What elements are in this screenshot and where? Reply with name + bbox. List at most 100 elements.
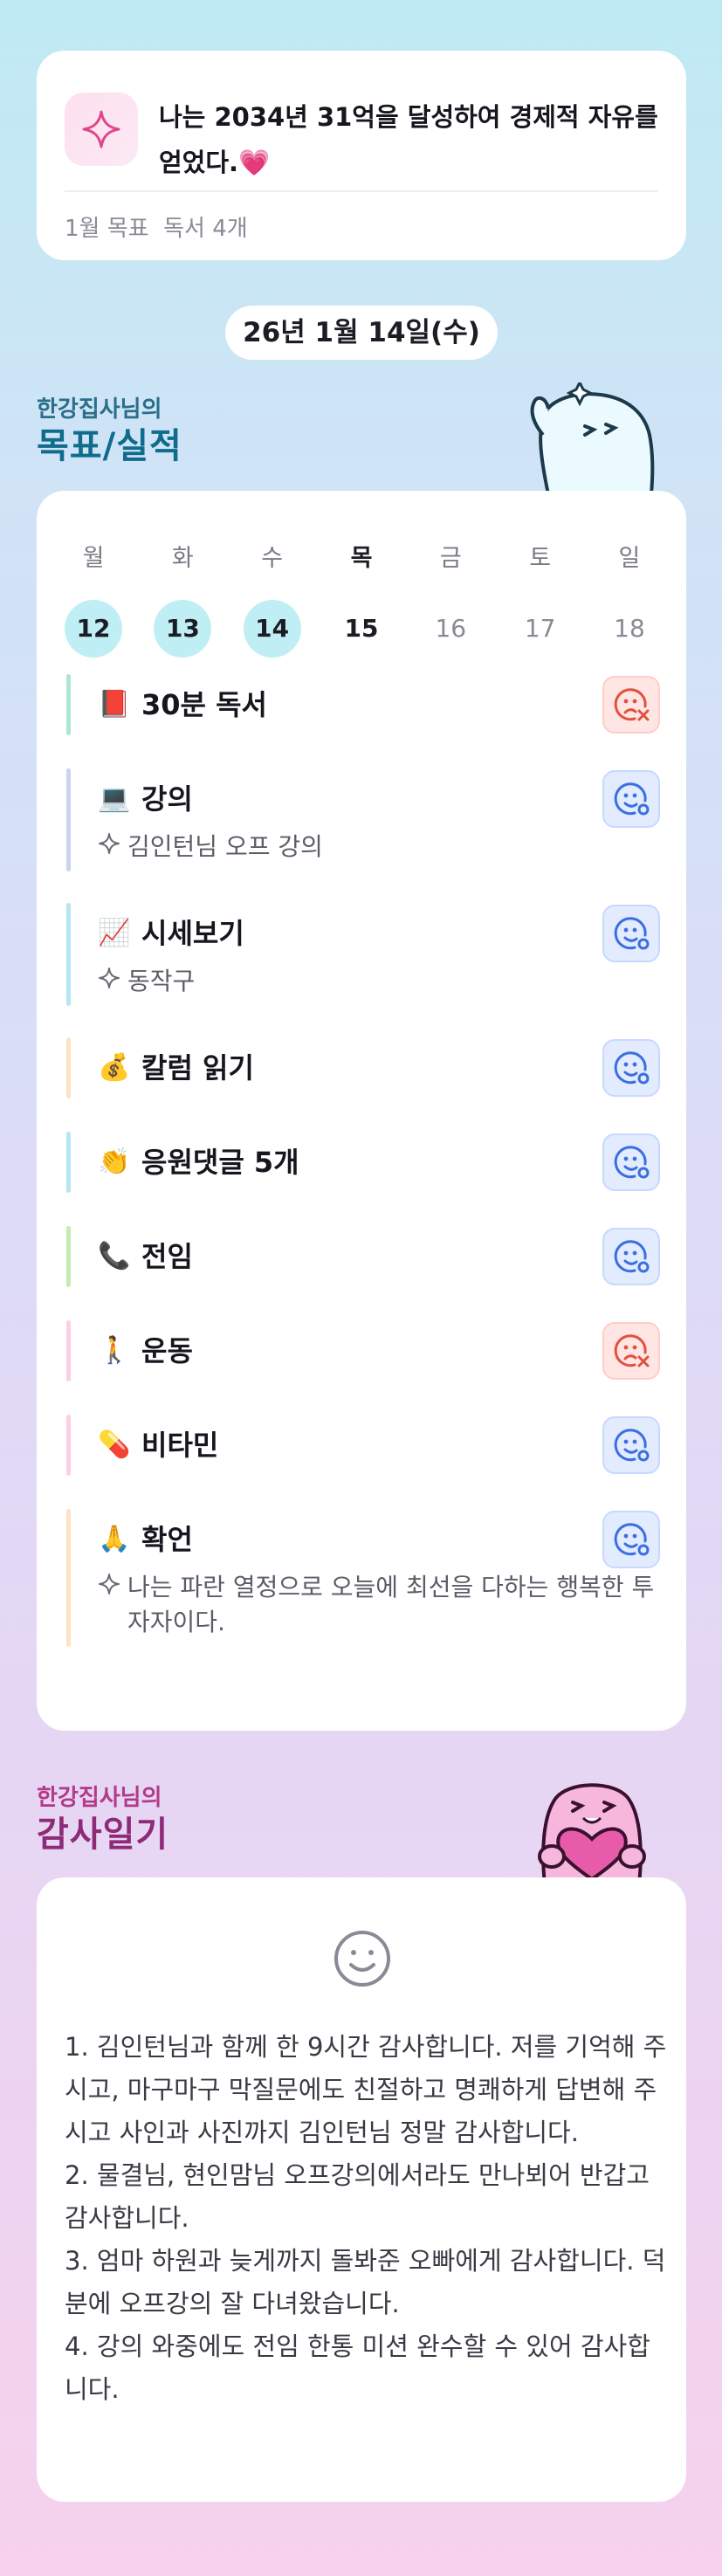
status-done-icon[interactable] [602, 1228, 660, 1285]
goal-card[interactable]: 나는 2034년 31억을 달성하여 경제적 자유를 얻었다.💗 1월 목표 독… [37, 51, 686, 260]
sparkle-icon [98, 830, 127, 864]
habit-emoji-icon: 📈 [98, 918, 131, 948]
habit-color-bar [66, 1509, 71, 1647]
habit-label: 강의 [141, 782, 193, 816]
habit-label: 확언 [141, 1523, 193, 1556]
habit-color-bar [66, 1415, 71, 1476]
habit-note: 김인턴님 오프 강의 [98, 830, 660, 871]
habit-note-text: 나는 파란 열정으로 오늘에 최선을 다하는 행복한 투자자이다. [127, 1573, 655, 1636]
habit-emoji-icon: 💻 [98, 783, 131, 814]
habit-label: 전임 [141, 1240, 193, 1273]
habit-item[interactable]: 📕 30분 독서 [66, 674, 660, 735]
habit-title: 💻 강의 [98, 768, 660, 830]
habit-label: 응원댓글 5개 [141, 1146, 299, 1179]
gratitude-entry: 2. 물결님, 현인맘님 오프강의에서라도 만나뵈어 반갑고 감사합니다. [65, 2160, 650, 2233]
habit-color-bar [66, 1226, 71, 1287]
status-missed-icon[interactable] [602, 676, 660, 734]
habit-color-bar [66, 1037, 71, 1099]
day-15[interactable]: 목 15 [331, 539, 392, 658]
sparkle-icon [98, 964, 127, 999]
status-missed-icon[interactable] [602, 1322, 660, 1380]
sparkle-icon [65, 93, 138, 166]
habit-item[interactable]: 📈 시세보기동작구 [66, 903, 660, 1006]
day-name: 토 [529, 545, 552, 572]
habit-title: 💰 칼럼 읽기 [98, 1037, 660, 1099]
habit-note: 동작구 [98, 964, 660, 1006]
habit-emoji-icon: 🙏 [98, 1524, 131, 1554]
habit-item[interactable]: 💻 강의김인턴님 오프 강의 [66, 768, 660, 871]
gratitude-entry: 3. 엄마 하원과 늦게까지 돌봐준 오빠에게 감사합니다. 덕분에 오프강의 … [65, 2246, 666, 2318]
habit-title: 🚶 운동 [98, 1320, 660, 1381]
habit-label: 운동 [141, 1334, 193, 1367]
monthly-goal: 1월 목표 독서 4개 [65, 216, 248, 242]
habit-emoji-icon: 📕 [98, 689, 131, 720]
day-16[interactable]: 금 16 [420, 539, 481, 658]
habit-color-bar [66, 768, 71, 871]
habit-note-text: 동작구 [127, 967, 196, 995]
status-done-icon[interactable] [602, 1416, 660, 1474]
day-number: 15 [344, 614, 379, 643]
habit-emoji-icon: 🚶 [98, 1335, 131, 1366]
habit-color-bar [66, 674, 71, 735]
status-done-icon[interactable] [602, 1039, 660, 1097]
day-17[interactable]: 토 17 [510, 539, 571, 658]
day-name: 금 [439, 545, 462, 572]
habit-title: 📕 30분 독서 [98, 674, 660, 735]
habit-note: 나는 파란 열정으로 오늘에 최선을 다하는 행복한 투자자이다. [98, 1570, 660, 1647]
status-done-icon[interactable] [602, 1511, 660, 1568]
habit-title: 📈 시세보기 [98, 903, 660, 964]
habit-list: 📕 30분 독서 💻 강의김인턴님 오프 강의 📈 시세보기동작구 💰 칼럼 읽기 👏 응원댓글 … [66, 674, 660, 1678]
day-name: 일 [618, 545, 641, 572]
day-name: 수 [261, 545, 284, 572]
gratitude-entry: 1. 김인턴님과 함께 한 9시간 감사합니다. 저를 기억해 주시고, 마구마… [65, 2032, 667, 2147]
heart-icon: 💗 [238, 148, 271, 177]
habit-title: 📞 전임 [98, 1226, 660, 1287]
day-number: 12 [65, 600, 122, 658]
status-done-icon[interactable] [602, 905, 660, 962]
habit-title: 👏 응원댓글 5개 [98, 1132, 660, 1193]
habit-item[interactable]: 🚶 운동 [66, 1320, 660, 1381]
diary-section-title: 감사일기 [37, 1815, 169, 1855]
habit-color-bar [66, 903, 71, 1006]
gratitude-entry: 4. 강의 와중에도 전임 한통 미션 완수할 수 있어 감사합니다. [65, 2331, 650, 2404]
mascot-heart-icon [538, 1783, 646, 1884]
habit-title: 🙏 확언 [98, 1509, 660, 1570]
habit-emoji-icon: 💰 [98, 1052, 131, 1083]
day-13[interactable]: 화 13 [152, 539, 213, 658]
habit-label: 칼럼 읽기 [141, 1051, 254, 1085]
week-calendar: 월 12 화 13 수 14 목 15 금 16 토 17 일 18 [63, 539, 660, 658]
habit-label: 비타민 [141, 1429, 219, 1462]
date-label[interactable]: 26년 1월 14일(수) [225, 306, 498, 360]
goals-card: 월 12 화 13 수 14 목 15 금 16 토 17 일 18 📕 30분 독서 💻 강의김인턴님 오프 … [37, 491, 686, 1731]
habit-item[interactable]: 👏 응원댓글 5개 [66, 1132, 660, 1193]
habit-emoji-icon: 👏 [98, 1147, 131, 1177]
day-14[interactable]: 수 14 [242, 539, 303, 658]
habit-item[interactable]: 💰 칼럼 읽기 [66, 1037, 660, 1099]
habit-color-bar [66, 1320, 71, 1381]
mascot-waving-icon [530, 382, 655, 496]
habit-label: 30분 독서 [141, 688, 267, 721]
habit-emoji-icon: 💊 [98, 1429, 131, 1460]
habit-label: 시세보기 [141, 917, 244, 950]
gratitude-diary-card: 1. 김인턴님과 함께 한 9시간 감사합니다. 저를 기억해 주시고, 마구마… [37, 1877, 686, 2502]
sparkle-icon [98, 1570, 127, 1640]
goal-statement: 나는 2034년 31억을 달성하여 경제적 자유를 얻었다.💗 [159, 102, 658, 177]
day-18[interactable]: 일 18 [599, 539, 660, 658]
status-done-icon[interactable] [602, 1133, 660, 1191]
habit-title: 💊 비타민 [98, 1415, 660, 1476]
habit-color-bar [66, 1132, 71, 1193]
goals-section-title: 목표/실적 [37, 426, 182, 466]
habit-item[interactable]: 📞 전임 [66, 1226, 660, 1287]
habit-item[interactable]: 💊 비타민 [66, 1415, 660, 1476]
divider [65, 190, 658, 192]
habit-emoji-icon: 📞 [98, 1241, 131, 1271]
day-number: 17 [524, 614, 556, 643]
gratitude-entries: 1. 김인턴님과 함께 한 9시간 감사합니다. 저를 기억해 주시고, 마구마… [65, 2026, 667, 2411]
status-done-icon[interactable] [602, 770, 660, 828]
day-number: 18 [614, 614, 645, 643]
smiley-icon [332, 1928, 393, 1993]
day-12[interactable]: 월 12 [63, 539, 124, 658]
habit-item[interactable]: 🙏 확언나는 파란 열정으로 오늘에 최선을 다하는 행복한 투자자이다. [66, 1509, 660, 1647]
day-number: 16 [435, 614, 467, 643]
day-number: 14 [243, 600, 301, 658]
